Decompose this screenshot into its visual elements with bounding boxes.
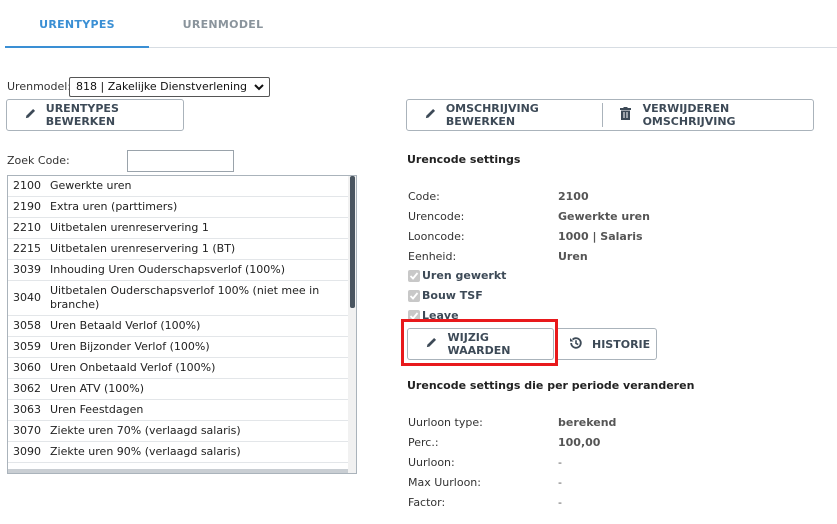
- list-scrollbar[interactable]: [348, 176, 356, 473]
- field-uurloon-type-label: Uurloon type:: [408, 416, 483, 429]
- list-item[interactable]: 2215 Uitbetalen urenreservering 1 (BT): [8, 239, 348, 260]
- field-eenheid-label: Eenheid:: [408, 250, 457, 263]
- list-item-description: Uren Betaald Verlof (100%): [50, 319, 201, 332]
- wijzig-waarden-button[interactable]: WIJZIG WAARDEN: [407, 328, 554, 360]
- list-item-description: Uitbetalen Ouderschapsverlof 100% (niet …: [50, 284, 320, 311]
- list-item-code: 3090: [13, 445, 41, 458]
- field-perc-label: Perc.:: [408, 436, 439, 449]
- omschrijving-bewerken-button[interactable]: OMSCHRIJVING BEWERKEN: [407, 100, 602, 130]
- checkbox-leave[interactable]: Leave: [408, 309, 459, 322]
- omschrijving-button-group: OMSCHRIJVING BEWERKEN VERWIJDEREN OMSCHR…: [406, 99, 814, 131]
- history-icon: [569, 336, 587, 353]
- omschrijving-bewerken-label: OMSCHRIJVING BEWERKEN: [445, 102, 539, 128]
- list-item-description: Extra uren (parttimers): [50, 200, 178, 213]
- urenmodel-label: Urenmodel:: [7, 80, 72, 93]
- zoek-code-label: Zoek Code:: [7, 154, 70, 167]
- list-item[interactable]: 3070 Ziekte uren 70% (verlaagd salaris): [8, 421, 348, 442]
- checkbox-checked-icon: [408, 289, 420, 302]
- horizontal-scrollbar[interactable]: [8, 469, 348, 473]
- urentypes-bewerken-button[interactable]: URENTYPES BEWERKEN: [6, 99, 184, 131]
- list-item-description: Uitbetalen urenreservering 1: [50, 221, 209, 234]
- list-item[interactable]: 3090 Ziekte uren 90% (verlaagd salaris): [8, 442, 348, 463]
- list-item[interactable]: 3058 Uren Betaald Verlof (100%): [8, 316, 348, 337]
- tab-bar: URENTYPES URENMODEL: [5, 0, 837, 48]
- zoek-code-input[interactable]: [127, 150, 234, 172]
- list-item-description: Uren ATV (100%): [50, 382, 145, 395]
- trash-icon: [620, 107, 639, 123]
- urenmodel-select[interactable]: 818 | Zakelijke Dienstverlening: [69, 77, 270, 97]
- urencode-settings-title: Urencode settings: [407, 153, 521, 166]
- field-code-label: Code:: [408, 190, 440, 203]
- checkbox-uren-gewerkt[interactable]: Uren gewerkt: [408, 269, 506, 282]
- tab-urenmodel[interactable]: URENMODEL: [155, 0, 291, 48]
- list-item-code: 2100: [13, 179, 41, 192]
- list-item-description: Uren Bijzonder Verlof (100%): [50, 340, 210, 353]
- checkbox-bouw-tsf-label: Bouw TSF: [422, 289, 483, 302]
- list-item-code: 2190: [13, 200, 41, 213]
- urencode-list[interactable]: 2100 Gewerkte uren 2190 Extra uren (parttim…: [7, 175, 357, 474]
- list-item[interactable]: 3039 Inhouding Uren Ouderschapsverlof (10…: [8, 260, 348, 281]
- field-looncode-value: 1000 | Salaris: [558, 230, 643, 243]
- field-looncode-label: Looncode:: [408, 230, 465, 243]
- chevron-down-icon: [253, 81, 265, 93]
- field-uurloon-type-value: berekend: [558, 416, 617, 429]
- list-item-code: 3070: [13, 424, 41, 437]
- list-item-description: Uren Feestdagen: [50, 403, 144, 416]
- checkbox-bouw-tsf[interactable]: Bouw TSF: [408, 289, 483, 302]
- field-factor-label: Factor:: [408, 496, 446, 509]
- pencil-icon: [425, 336, 445, 352]
- list-item-description: Gewerkte uren: [50, 179, 132, 192]
- wijzig-waarden-label: WIJZIG WAARDEN: [447, 331, 511, 357]
- list-item[interactable]: 3063 Uren Feestdagen: [8, 400, 348, 421]
- list-item[interactable]: 2190 Extra uren (parttimers): [8, 197, 348, 218]
- scrollbar-thumb[interactable]: [350, 176, 355, 308]
- list-item-code: 3060: [13, 361, 41, 374]
- verwijderen-omschrijving-label: VERWIJDEREN OMSCHRIJVING: [642, 102, 736, 128]
- field-uurloon-label: Uurloon:: [408, 456, 455, 469]
- checkbox-checked-icon: [408, 269, 420, 282]
- list-item-code: 2210: [13, 221, 41, 234]
- field-urencode-value: Gewerkte uren: [558, 210, 650, 223]
- list-item-description: Ziekte uren 90% (verlaagd salaris): [50, 445, 241, 458]
- urentypes-bewerken-label: URENTYPES BEWERKEN: [45, 102, 119, 128]
- field-eenheid-value: Uren: [558, 250, 588, 263]
- tab-urentypes[interactable]: URENTYPES: [5, 0, 149, 48]
- list-item-description: Uren Onbetaald Verlof (100%): [50, 361, 216, 374]
- list-item-code: 3058: [13, 319, 41, 332]
- list-item-code: 3063: [13, 403, 41, 416]
- list-item[interactable]: 3060 Uren Onbetaald Verlof (100%): [8, 358, 348, 379]
- field-code-value: 2100: [558, 190, 589, 203]
- checkbox-leave-label: Leave: [422, 309, 459, 322]
- list-item[interactable]: 2100 Gewerkte uren: [8, 176, 348, 197]
- list-item-code: 2215: [13, 242, 41, 255]
- pencil-icon: [424, 107, 443, 123]
- list-item-code: 3039: [13, 263, 41, 276]
- list-item-description: Ziekte uren 70% (verlaagd salaris): [50, 424, 241, 437]
- field-urencode-label: Urencode:: [408, 210, 465, 223]
- field-uurloon-value: -: [558, 456, 562, 469]
- field-factor-value: -: [558, 496, 562, 509]
- urencode-list-items: 2100 Gewerkte uren 2190 Extra uren (parttim…: [8, 176, 348, 473]
- historie-button[interactable]: HISTORIE: [555, 328, 657, 360]
- periode-settings-title: Urencode settings die per periode verand…: [407, 379, 695, 392]
- field-perc-value: 100,00: [558, 436, 601, 449]
- checkbox-uren-gewerkt-label: Uren gewerkt: [422, 269, 507, 282]
- list-item[interactable]: 3062 Uren ATV (100%): [8, 379, 348, 400]
- verwijderen-omschrijving-button[interactable]: VERWIJDEREN OMSCHRIJVING: [603, 100, 813, 130]
- list-item-description: Inhouding Uren Ouderschapsverlof (100%): [50, 263, 286, 276]
- list-item-code: 3059: [13, 340, 41, 353]
- checkbox-checked-icon: [408, 309, 420, 322]
- list-item-code: 3040: [13, 291, 41, 304]
- pencil-icon: [24, 107, 43, 123]
- field-max-uurloon-label: Max Uurloon:: [408, 476, 481, 489]
- list-item-code: 3062: [13, 382, 41, 395]
- field-max-uurloon-value: -: [558, 476, 562, 489]
- urenmodel-selected-value: 818 | Zakelijke Dienstverlening: [76, 80, 248, 93]
- list-item-description: Uitbetalen urenreservering 1 (BT): [50, 242, 236, 255]
- historie-label: HISTORIE: [592, 337, 651, 351]
- list-item[interactable]: 2210 Uitbetalen urenreservering 1: [8, 218, 348, 239]
- list-item[interactable]: 3059 Uren Bijzonder Verlof (100%): [8, 337, 348, 358]
- list-item[interactable]: 3040 Uitbetalen Ouderschapsverlof 100% (n…: [8, 281, 348, 316]
